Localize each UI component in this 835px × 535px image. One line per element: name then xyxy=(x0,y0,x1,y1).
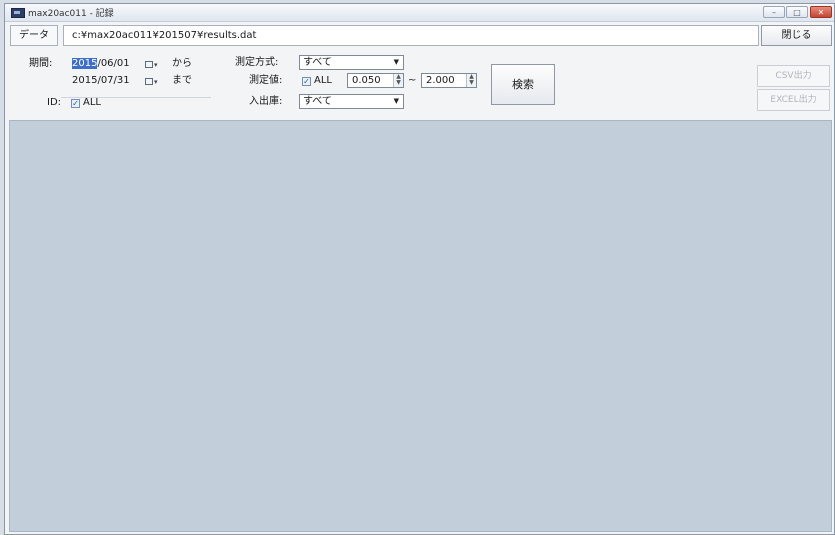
start-date-dropdown-icon[interactable]: ▾ xyxy=(154,61,158,69)
app-icon xyxy=(11,8,25,18)
range-separator: ~ xyxy=(408,75,417,86)
end-date-dropdown-icon[interactable]: ▾ xyxy=(154,78,158,86)
start-date-field[interactable]: 2015/06/01 xyxy=(72,57,130,71)
data-button[interactable]: データ xyxy=(10,25,58,46)
to-label: まで xyxy=(172,75,192,86)
inout-label: 入出庫: xyxy=(249,96,283,107)
results-panel[interactable] xyxy=(9,120,832,532)
data-row: データ c:¥max20ac011¥201507¥results.dat 閉じる xyxy=(5,25,834,47)
title-bar: max20ac011 - 記録 – □ ✕ xyxy=(5,4,834,22)
value-max: 2.000 xyxy=(426,75,455,86)
chevron-down-icon: ▼ xyxy=(393,97,399,105)
method-label: 測定方式: xyxy=(235,57,279,68)
maximize-button[interactable]: □ xyxy=(786,6,808,18)
period-label: 期間: xyxy=(29,58,53,69)
inout-select[interactable]: すべて ▼ xyxy=(299,94,404,109)
close-button[interactable]: 閉じる xyxy=(761,25,832,46)
chevron-down-icon: ▼ xyxy=(393,58,399,66)
spinner-arrows-icon[interactable]: ▲ ▼ xyxy=(393,74,403,87)
data-path-field[interactable]: c:¥max20ac011¥201507¥results.dat xyxy=(63,25,759,46)
start-date-year: 2015 xyxy=(72,58,98,69)
end-date-field[interactable]: 2015/07/31 xyxy=(72,74,130,88)
value-max-spinner[interactable]: 2.000 ▲ ▼ xyxy=(421,73,477,88)
method-select[interactable]: すべて ▼ xyxy=(299,55,404,70)
main-window: max20ac011 - 記録 – □ ✕ データ c:¥max20ac011¥… xyxy=(4,3,835,535)
spinner-arrows-icon[interactable]: ▲ ▼ xyxy=(466,74,476,87)
search-button[interactable]: 検索 xyxy=(491,64,555,105)
minimize-button[interactable]: – xyxy=(763,6,785,18)
value-min: 0.050 xyxy=(352,75,381,86)
from-label: から xyxy=(172,58,192,69)
value-all-label: ALL xyxy=(314,75,332,86)
end-calendar-icon[interactable] xyxy=(145,78,153,85)
id-label: ID: xyxy=(47,97,62,108)
csv-export-button[interactable]: CSV出力 xyxy=(757,65,830,87)
inout-value: すべて xyxy=(303,96,332,107)
method-value: すべて xyxy=(303,57,332,68)
start-date-rest: /06/01 xyxy=(97,58,130,69)
window-close-button[interactable]: ✕ xyxy=(810,6,832,18)
value-min-spinner[interactable]: 0.050 ▲ ▼ xyxy=(347,73,404,88)
id-all-label: ALL xyxy=(83,97,101,108)
start-calendar-icon[interactable] xyxy=(145,61,153,68)
value-label: 測定値: xyxy=(249,75,283,86)
window-title: max20ac011 - 記録 xyxy=(28,9,114,19)
value-all-checkbox[interactable]: ✓ xyxy=(302,77,311,86)
excel-export-button[interactable]: EXCEL出力 xyxy=(757,89,830,111)
id-all-checkbox[interactable]: ✓ xyxy=(71,99,80,108)
